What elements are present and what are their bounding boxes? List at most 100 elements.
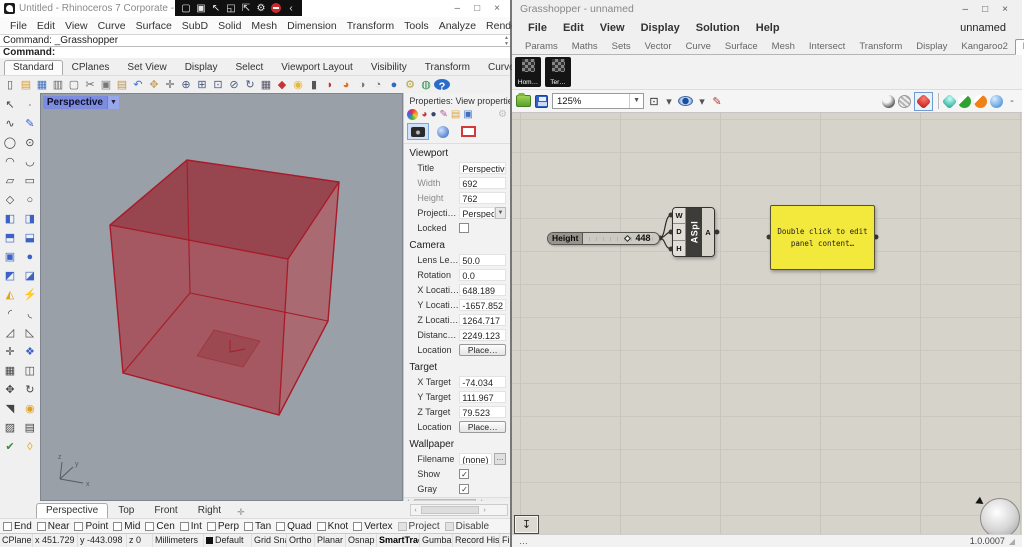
- gh-tab-surface[interactable]: Surface: [718, 40, 765, 54]
- preview-off-icon[interactable]: [882, 94, 895, 108]
- open-file-icon[interactable]: ▤: [18, 77, 34, 93]
- status-y-443-098[interactable]: y -443.098: [78, 534, 127, 547]
- status-cplane[interactable]: CPlane: [0, 534, 33, 547]
- cursor-icon[interactable]: ↖: [211, 3, 221, 14]
- ball-orange-icon[interactable]: [974, 94, 987, 108]
- ellipse-icon[interactable]: ○: [20, 190, 40, 209]
- pan-icon[interactable]: ✥: [146, 77, 162, 93]
- close-button[interactable]: ×: [494, 3, 500, 14]
- osnap-cen[interactable]: Cen: [145, 521, 175, 532]
- prop-checkbox[interactable]: ✓: [459, 469, 470, 479]
- red-box-object[interactable]: [109, 159, 340, 416]
- prop-value-field[interactable]: 111.967: [459, 391, 506, 403]
- minimize-button[interactable]: –: [963, 4, 969, 15]
- video-camera-icon[interactable]: ▣: [196, 3, 206, 14]
- osnap-checkbox[interactable]: [316, 521, 326, 531]
- viewport-menu-caret-icon[interactable]: ▼: [107, 96, 119, 109]
- hide-icon[interactable]: ▨: [0, 418, 20, 437]
- ghosted-mode-icon[interactable]: ◔: [370, 77, 386, 93]
- gh-menu-edit[interactable]: Edit: [555, 22, 592, 34]
- toolbar-separator[interactable]: [938, 93, 939, 109]
- menu-edit[interactable]: Edit: [32, 20, 60, 32]
- mirror-icon[interactable]: ◫: [20, 361, 40, 380]
- prop-checkbox[interactable]: ✓: [459, 484, 470, 494]
- slider-grip[interactable]: [624, 234, 632, 243]
- move-tool-icon[interactable]: ✥: [0, 380, 20, 399]
- gh-tab-kangaroo2[interactable]: Kangaroo2: [954, 40, 1014, 54]
- command-input[interactable]: Command:: [0, 46, 510, 58]
- maximize-button[interactable]: □: [982, 4, 988, 15]
- toolbar-tab-visibility[interactable]: Visibility: [362, 60, 416, 75]
- move-icon[interactable]: ✛: [162, 77, 178, 93]
- toolbar-tab-transform[interactable]: Transform: [416, 60, 479, 75]
- component-name-bar[interactable]: ASpl: [686, 208, 702, 256]
- menu-file[interactable]: File: [5, 20, 32, 32]
- arc-icon[interactable]: ◠: [0, 152, 20, 171]
- save-file-icon[interactable]: ▦: [34, 77, 50, 93]
- display-sphere-icon[interactable]: ●: [430, 109, 436, 120]
- osnap-knot[interactable]: Knot: [316, 521, 348, 532]
- gh-tab-params[interactable]: Params: [518, 40, 565, 54]
- slider-track[interactable]: 448: [583, 233, 659, 244]
- named-view-icon[interactable]: ◆: [274, 77, 290, 93]
- aspl-component[interactable]: WDH ASpl A: [672, 207, 715, 257]
- osnap-perp[interactable]: Perp: [206, 521, 239, 532]
- resize-grip-icon[interactable]: ◢: [1009, 537, 1015, 546]
- zoom-caret-icon[interactable]: ▾: [663, 95, 675, 108]
- prop-value-field[interactable]: 2249.123: [459, 329, 506, 341]
- preview-shaded-icon[interactable]: [914, 91, 933, 111]
- zoom-level-combobox[interactable]: 125% ▼: [552, 93, 644, 109]
- lens-mode-icon[interactable]: [432, 123, 454, 140]
- perspective-viewport[interactable]: Perspective ▼ z y x: [39, 93, 404, 501]
- split-icon[interactable]: ◺: [20, 323, 40, 342]
- help-icon[interactable]: ?: [434, 79, 450, 93]
- surface-edge-icon[interactable]: ◨: [20, 209, 40, 228]
- status-millimeters[interactable]: Millimeters: [153, 534, 204, 547]
- prop-checkbox[interactable]: [459, 223, 470, 233]
- control-curve-icon[interactable]: ✎: [20, 114, 40, 133]
- circle-icon[interactable]: ◯: [0, 133, 20, 152]
- close-button[interactable]: ×: [1002, 4, 1008, 15]
- cut-icon[interactable]: ✂: [82, 77, 98, 93]
- shaded-mode-icon[interactable]: ◗: [322, 77, 338, 93]
- viewport-layout-icon[interactable]: ▦: [258, 77, 274, 93]
- new-file-icon[interactable]: ▯: [2, 77, 18, 93]
- point-icon[interactable]: ∙: [20, 95, 40, 114]
- zoom-dynamic-icon[interactable]: ⊕: [178, 77, 194, 93]
- viewport-title-chip[interactable]: Perspective ▼: [42, 96, 119, 109]
- status-gumball[interactable]: Gumball: [420, 534, 453, 547]
- gh-menu-help[interactable]: Help: [748, 22, 788, 34]
- gh-tab-vector[interactable]: Vector: [638, 40, 679, 54]
- gh-menu-solution[interactable]: Solution: [688, 22, 748, 34]
- eye-caret-icon[interactable]: ▾: [696, 95, 708, 108]
- status-record-history[interactable]: Record History: [453, 534, 500, 547]
- osnap-checkbox[interactable]: [113, 521, 123, 531]
- polyline-icon[interactable]: ▱: [0, 171, 20, 190]
- viewport-title[interactable]: Perspective: [42, 96, 107, 109]
- notes-icon[interactable]: ◊: [20, 437, 40, 456]
- stop-record-icon[interactable]: [271, 3, 281, 13]
- prop-value-field[interactable]: 1264.717: [459, 314, 506, 326]
- render-globe-icon[interactable]: ●: [386, 77, 402, 93]
- canvas-tray-button[interactable]: ↧: [514, 515, 539, 534]
- gem-teal-icon[interactable]: [941, 93, 958, 109]
- menu-tools[interactable]: Tools: [399, 20, 434, 32]
- paste-icon[interactable]: ▤: [114, 77, 130, 93]
- check-icon[interactable]: ✔: [0, 437, 20, 456]
- trim-icon[interactable]: ◿: [0, 323, 20, 342]
- gem-green-icon[interactable]: [958, 94, 971, 108]
- prop-value-field[interactable]: 79.523: [459, 406, 506, 418]
- rendered-mode-icon[interactable]: ◕: [338, 77, 354, 93]
- gh-menu-file[interactable]: File: [520, 22, 555, 34]
- osnap-mid[interactable]: Mid: [113, 521, 140, 532]
- photo-icon[interactable]: ▣: [463, 109, 472, 120]
- status-ortho[interactable]: Ortho: [287, 534, 315, 547]
- prop-value-field[interactable]: 648.189: [459, 284, 506, 296]
- gh-component-button-ter[interactable]: Ter…: [545, 57, 571, 87]
- gumball-icon[interactable]: ◉: [20, 399, 40, 418]
- slider-name[interactable]: Height: [548, 233, 584, 244]
- earth-icon[interactable]: ◍: [418, 77, 434, 93]
- collapse-chevron-icon[interactable]: ‹: [286, 3, 296, 14]
- arc-3pt-icon[interactable]: ◡: [20, 152, 40, 171]
- component-input-d[interactable]: D: [673, 224, 686, 241]
